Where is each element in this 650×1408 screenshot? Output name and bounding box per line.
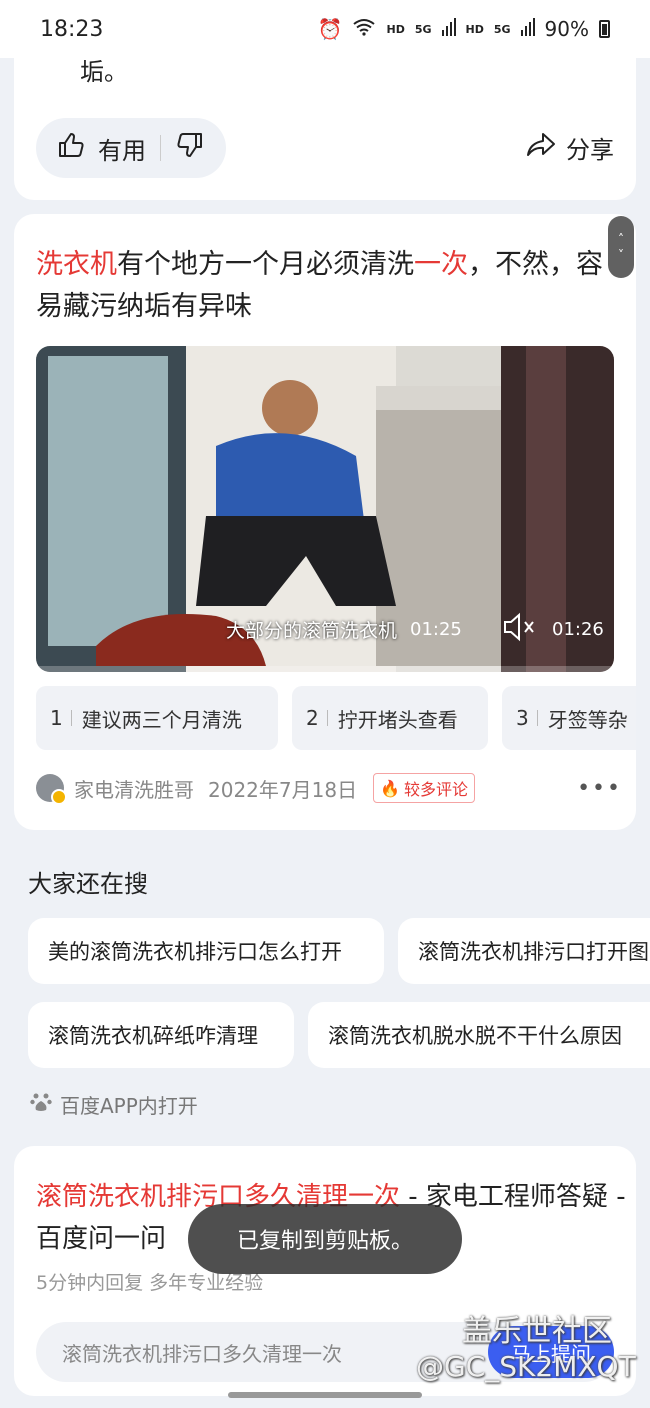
video-caption: 大部分的滚筒洗衣机 xyxy=(226,620,398,642)
author-avatar[interactable] xyxy=(36,774,67,805)
video-current-time: 01:25 xyxy=(410,619,462,640)
signal-icon-2 xyxy=(520,17,535,41)
share-label: 分享 xyxy=(566,136,614,164)
watermark-community: 盖乐世社区 xyxy=(462,1314,612,1349)
mute-icon[interactable] xyxy=(502,612,538,646)
fire-icon: 🔥 xyxy=(380,778,400,798)
more-options-button[interactable]: ••• xyxy=(577,776,622,801)
chapter-item[interactable]: 2 拧开堵头查看 xyxy=(292,686,488,750)
battery-icon xyxy=(599,20,610,38)
hd-label-2: HD xyxy=(465,22,484,36)
wifi-icon xyxy=(352,17,376,41)
network-5g-2: 5G xyxy=(493,22,511,36)
video-player[interactable]: 大部分的滚筒洗衣机 01:25 01:26 xyxy=(36,346,614,672)
related-search-chip[interactable]: 滚筒洗衣机碎纸咋清理 xyxy=(28,1002,294,1068)
related-searches-title: 大家还在搜 xyxy=(28,870,148,898)
publish-date: 2022年7月18日 xyxy=(208,777,358,802)
copied-toast: 已复制到剪贴板。 xyxy=(188,1204,462,1274)
feedback-pill: 有用 xyxy=(36,118,226,178)
battery-percent: 90% xyxy=(544,17,589,41)
hot-comments-badge: 🔥 较多评论 xyxy=(373,773,476,803)
answer-text-tail: 垢。 xyxy=(80,58,128,86)
result-meta: 家电清洗胜哥 2022年7月18日 🔥 较多评论 ••• xyxy=(36,770,622,806)
alarm-icon: ⏰ xyxy=(317,17,343,41)
useful-label[interactable]: 有用 xyxy=(98,131,146,166)
related-search-chip[interactable]: 滚筒洗衣机脱水脱不干什么原因 xyxy=(308,1002,650,1068)
thumbs-up-icon[interactable] xyxy=(56,130,86,166)
baidu-paw-icon xyxy=(30,1091,52,1118)
thumbs-down-icon[interactable] xyxy=(175,130,205,166)
status-time: 18:23 xyxy=(40,16,104,42)
author-name[interactable]: 家电清洗胜哥 xyxy=(74,774,194,803)
share-button[interactable]: 分享 xyxy=(526,130,614,165)
scroll-nav-widget[interactable]: ˄ ˅ xyxy=(608,216,634,278)
video-result-card[interactable]: 洗衣机有个地方一个月必须清洗一次，不然，容易藏污纳垢有异味 大部分的滚筒洗衣机 … xyxy=(14,214,636,830)
scroll-up-icon[interactable]: ˄ xyxy=(618,231,624,247)
open-in-app-link[interactable]: 百度APP内打开 xyxy=(30,1090,198,1119)
network-5g-1: 5G xyxy=(414,22,432,36)
result-title[interactable]: 洗衣机有个地方一个月必须清洗一次，不然，容易藏污纳垢有异味 xyxy=(36,244,616,328)
video-progress-bar[interactable] xyxy=(36,666,614,672)
signal-icon-1 xyxy=(441,17,456,41)
video-duration: 01:26 xyxy=(552,619,604,640)
share-icon xyxy=(526,132,556,164)
related-search-chip[interactable]: 美的滚筒洗衣机排污口怎么打开 xyxy=(28,918,384,984)
hd-label-1: HD xyxy=(386,22,405,36)
feedback-divider xyxy=(160,135,161,161)
status-icons: ⏰ HD 5G HD 5G 90% xyxy=(318,17,610,41)
answer-card: 垢。 有用 分享 xyxy=(14,44,636,200)
related-search-chip[interactable]: 滚筒洗衣机排污口打开图 xyxy=(398,918,650,984)
chapter-item[interactable]: 3 牙签等杂 xyxy=(502,686,636,750)
home-indicator[interactable] xyxy=(228,1392,422,1398)
chapter-item[interactable]: 1 建议两三个月清洗 xyxy=(36,686,278,750)
scroll-down-icon[interactable]: ˅ xyxy=(618,247,624,263)
watermark-user: @GC_SK2MXQT xyxy=(416,1350,636,1383)
video-chapters: 1 建议两三个月清洗 2 拧开堵头查看 3 牙签等杂 xyxy=(36,686,636,752)
